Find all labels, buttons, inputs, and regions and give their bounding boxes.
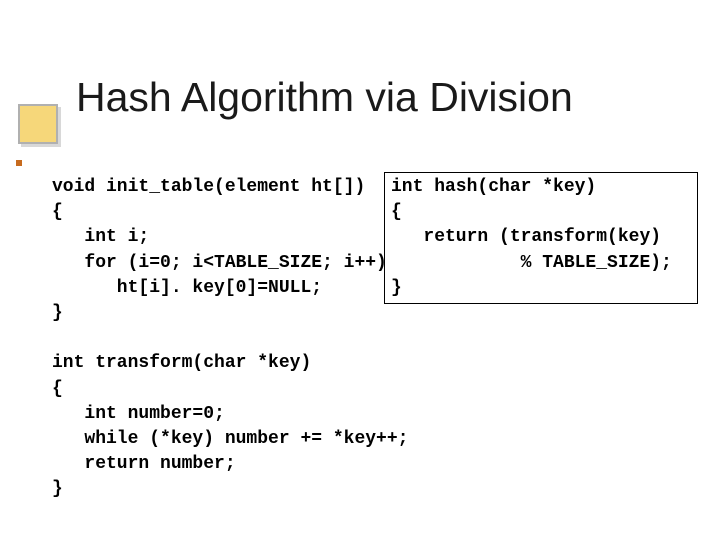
corner-dot-icon <box>16 160 22 166</box>
slide: Hash Algorithm via Division void init_ta… <box>0 0 720 540</box>
slide-title: Hash Algorithm via Division <box>76 74 573 121</box>
accent-square-icon <box>18 104 58 144</box>
code-block-hash-boxed: int hash(char *key) { return (transform(… <box>384 172 698 304</box>
